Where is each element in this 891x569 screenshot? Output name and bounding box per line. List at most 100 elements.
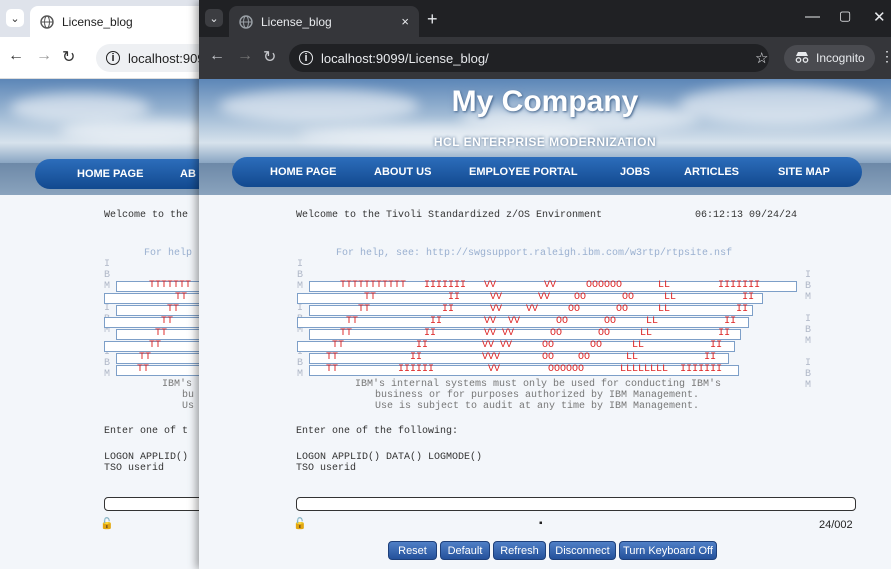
- enter-prompt: Enter one of the following:: [296, 426, 459, 437]
- page-content: My Company HCL ENTERPRISE MODERNIZATION …: [199, 79, 891, 569]
- incognito-label: Incognito: [816, 51, 865, 65]
- info-icon[interactable]: i: [106, 51, 120, 65]
- close-window-icon[interactable]: ✕: [873, 8, 886, 26]
- globe-icon: [239, 14, 253, 29]
- nav-home-page[interactable]: HOME PAGE: [270, 166, 336, 178]
- nav-about-us[interactable]: ABOUT US: [374, 166, 431, 178]
- address-bar[interactable]: i localhost:9099/License_blog/: [289, 44, 769, 72]
- foreground-browser-window: ⌄ License_blog × + — ▢ ✕ ← → ↻ i localho…: [199, 0, 891, 569]
- enter-prompt: Enter one of t: [104, 426, 189, 437]
- globe-icon: [40, 14, 54, 29]
- tab-strip: ⌄ License_blog: [0, 0, 213, 37]
- browser-tab[interactable]: License_blog: [30, 6, 213, 37]
- back-arrow-icon[interactable]: ←: [8, 47, 24, 65]
- tso-text: TSO userid: [104, 463, 165, 474]
- command-input[interactable]: [296, 497, 856, 511]
- notice-text: Use is subject to audit at any time by I…: [375, 401, 700, 412]
- background-browser-window: ⌄ License_blog ← → ↻ i localhost:909 HOM…: [0, 0, 214, 569]
- default-button[interactable]: Default: [440, 541, 490, 560]
- art-text: TT II VV VV OO OO LL II: [328, 304, 749, 315]
- minimize-icon[interactable]: —: [805, 8, 820, 25]
- art-text: TT II VV VV OO OO LL II: [302, 340, 723, 351]
- reset-button[interactable]: Reset: [388, 541, 437, 560]
- address-bar[interactable]: i localhost:909: [96, 44, 213, 72]
- nav-bar: HOME PAGE ABOUT US EMPLOYEE PORTAL JOBS …: [232, 157, 862, 187]
- tab-title: License_blog: [62, 14, 133, 29]
- url-text: localhost:909: [128, 50, 205, 66]
- art-row: TT II VV VV OO OO LL II: [297, 292, 763, 304]
- notice-text: business or for purposes authorized by I…: [375, 390, 700, 401]
- nav-employee-portal[interactable]: EMPLOYEE PORTAL: [469, 166, 578, 178]
- company-subtitle: HCL ENTERPRISE MODERNIZATION: [433, 135, 657, 149]
- disconnect-button[interactable]: Disconnect: [549, 541, 616, 560]
- art-text: TT II VV VV OO OO LL II: [310, 328, 731, 339]
- tso-text: TSO userid: [296, 463, 357, 474]
- refresh-button[interactable]: Refresh: [493, 541, 546, 560]
- nav-bar: HOME PAGE AB: [35, 159, 213, 189]
- art-row: TT: [104, 292, 213, 304]
- keyboard-status-icon: ▪: [539, 518, 543, 529]
- notice-text: Us: [182, 401, 195, 412]
- art-row: TT IIIIII VV OOOOOO LLLLLLLL IIIIIII: [309, 364, 739, 376]
- tab-title: License_blog: [261, 14, 332, 29]
- terminal-screen: Welcome to the For help I B M I B M I B …: [0, 195, 213, 569]
- new-tab-icon[interactable]: +: [427, 9, 438, 30]
- art-row: TTTTTTTTTTT IIIIIII VV VV OOOOOO LL IIII…: [309, 280, 797, 292]
- welcome-text: Welcome to the: [104, 210, 189, 221]
- art-text: TT II VV VV OO OO LL II: [316, 316, 737, 327]
- notice-text: bu: [182, 390, 195, 401]
- tab-strip: ⌄ License_blog × + — ▢ ✕: [199, 0, 891, 37]
- terminal-screen: Welcome to the Tivoli Standardized z/OS …: [199, 195, 891, 569]
- notice-text: IBM's internal systems must only be used…: [355, 379, 722, 390]
- command-input[interactable]: [104, 497, 213, 511]
- back-arrow-icon[interactable]: ←: [209, 47, 225, 65]
- browser-tab[interactable]: License_blog ×: [229, 6, 419, 37]
- unlock-icon: 🔓: [293, 518, 307, 530]
- bookmark-star-icon[interactable]: ☆: [755, 49, 768, 67]
- reload-icon[interactable]: ↻: [263, 47, 276, 67]
- welcome-text: Welcome to the Tivoli Standardized z/OS …: [296, 210, 603, 221]
- art-text: TTTTTTTTTTT IIIIIII VV VV OOOOOO LL IIII…: [340, 280, 761, 291]
- more-menu-icon[interactable]: ⋮: [880, 48, 891, 65]
- browser-toolbar: ← → ↻ i localhost:9099/License_blog/ ☆ I…: [199, 37, 891, 79]
- art-row: TT II VV VV OO OO LL II: [309, 328, 741, 340]
- nav-about[interactable]: AB: [180, 168, 196, 180]
- forward-arrow-icon[interactable]: →: [237, 47, 253, 65]
- cursor-position: 24/002: [819, 519, 853, 531]
- forward-arrow-icon[interactable]: →: [36, 47, 52, 65]
- art-row: TT II VVV OO OO LL II: [309, 352, 729, 364]
- help-text: For help: [144, 248, 193, 259]
- art-row: TT: [104, 316, 213, 328]
- url-text: localhost:9099/License_blog/: [321, 50, 489, 66]
- logon-text: LOGON APPLID(): [104, 452, 189, 463]
- browser-toolbar: ← → ↻ i localhost:909: [0, 37, 213, 79]
- unlock-icon: 🔓: [100, 518, 114, 530]
- art-row: TT II VV VV OO OO LL II: [297, 340, 735, 352]
- incognito-icon: [794, 51, 810, 66]
- art-text: TT II VV VV OO OO LL II: [334, 292, 755, 303]
- nav-home-page[interactable]: HOME PAGE: [77, 168, 143, 180]
- reload-icon[interactable]: ↻: [62, 47, 75, 67]
- incognito-badge[interactable]: Incognito: [784, 45, 875, 71]
- nav-jobs[interactable]: JOBS: [620, 166, 650, 178]
- art-row: TT II VV VV OO OO LL II: [309, 304, 753, 316]
- art-row: TT: [104, 340, 213, 352]
- notice-text: IBM's: [162, 379, 193, 390]
- tab-search-button[interactable]: ⌄: [205, 9, 223, 27]
- logon-text: LOGON APPLID() DATA() LOGMODE(): [296, 452, 483, 463]
- nav-articles[interactable]: ARTICLES: [684, 166, 739, 178]
- info-icon[interactable]: i: [299, 51, 313, 65]
- clock-text: 06:12:13 09/24/24: [695, 210, 798, 221]
- company-title: My Company: [451, 85, 639, 118]
- page-content: HOME PAGE AB Welcome to the For help I B…: [0, 79, 213, 569]
- art-text: TT IIIIII VV OOOOOO LLLLLLLL IIIIIII: [296, 364, 723, 375]
- help-text: For help, see: http://swgsupport.raleigh…: [336, 248, 733, 259]
- maximize-icon[interactable]: ▢: [839, 8, 851, 24]
- close-tab-icon[interactable]: ×: [401, 14, 409, 29]
- art-text: TT II VVV OO OO LL II: [296, 352, 717, 363]
- art-row: TT II VV VV OO OO LL II: [297, 316, 749, 328]
- nav-site-map[interactable]: SITE MAP: [778, 166, 830, 178]
- ibm-right-letters: I B M I B M I B M: [805, 270, 812, 391]
- turn-keyboard-off-button[interactable]: Turn Keyboard Off: [619, 541, 717, 560]
- tab-search-button[interactable]: ⌄: [6, 9, 24, 27]
